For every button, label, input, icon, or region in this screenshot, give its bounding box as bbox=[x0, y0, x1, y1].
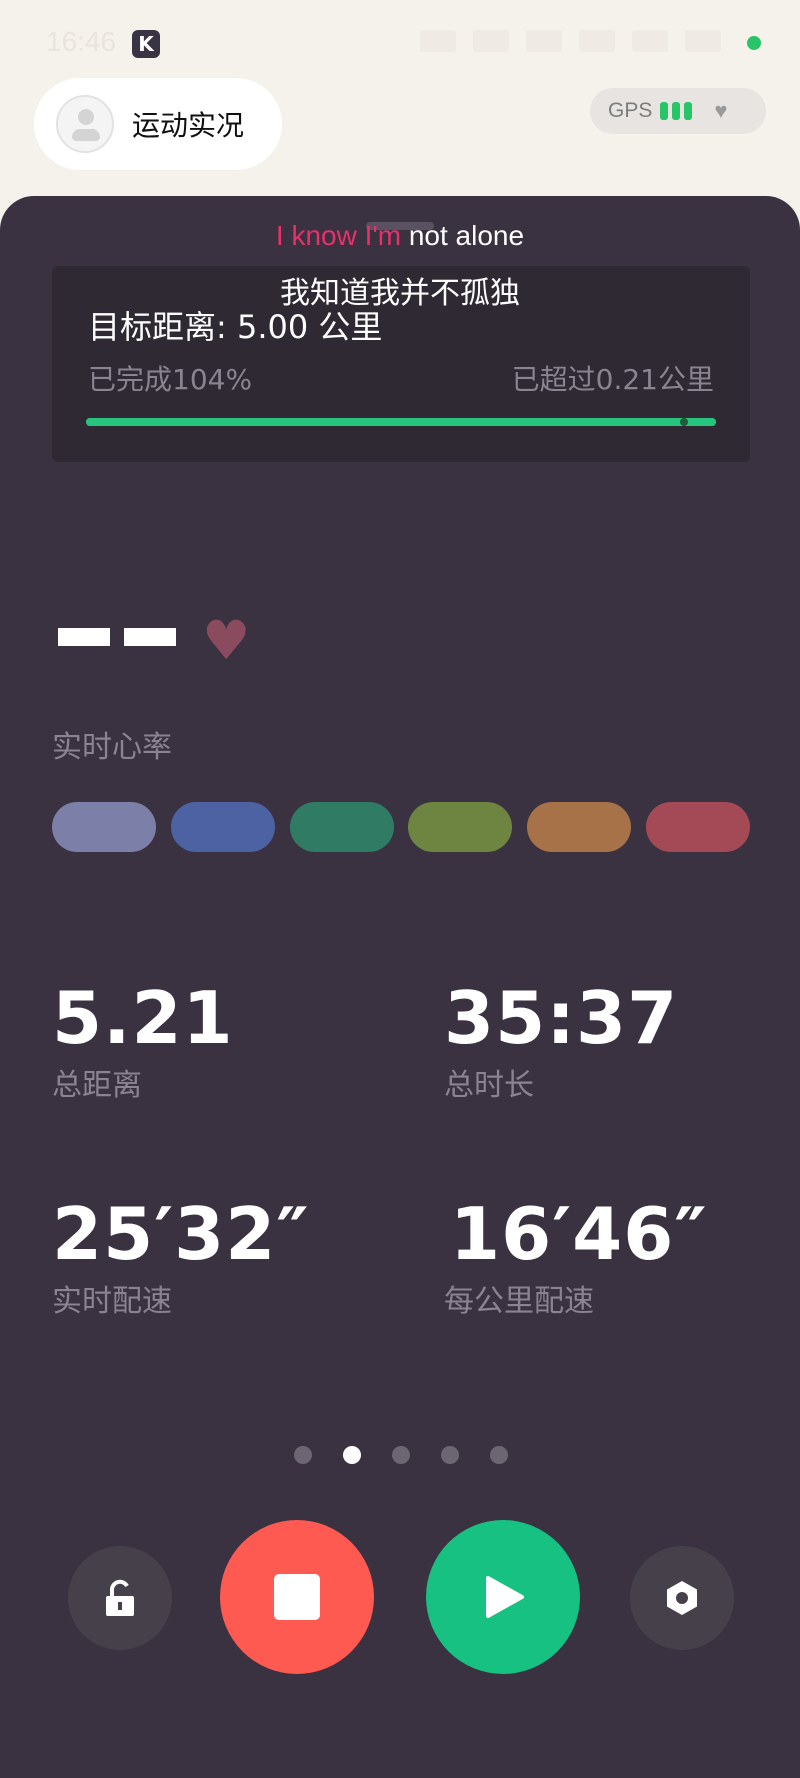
location-icon bbox=[472, 30, 509, 52]
page-dot[interactable] bbox=[343, 1446, 361, 1464]
heart-rate-zones bbox=[52, 802, 750, 852]
current-pace-value: 25′32″ bbox=[52, 1192, 310, 1276]
hr-dash bbox=[124, 628, 176, 646]
gps-signal-icon bbox=[660, 102, 696, 120]
avatar bbox=[56, 95, 114, 153]
stop-button[interactable] bbox=[220, 1520, 374, 1674]
page-dot[interactable] bbox=[294, 1446, 312, 1464]
goal-marker bbox=[680, 418, 688, 426]
heart-rate-zone-5 bbox=[527, 802, 632, 852]
lyric-english: I know I'm not alone bbox=[0, 220, 800, 252]
hr-dash bbox=[58, 628, 110, 646]
gps-label: GPS bbox=[608, 99, 653, 122]
heart-rate-zone-3 bbox=[289, 802, 394, 852]
heart-icon: ♥ bbox=[202, 609, 251, 672]
total-time-label: 总时长 bbox=[444, 1068, 534, 1103]
page-title: 运动实况 bbox=[132, 109, 245, 142]
page-indicator bbox=[294, 1446, 508, 1466]
page-dot[interactable] bbox=[392, 1446, 410, 1464]
goal-exceeded-text: 已超过0.21公里 bbox=[511, 363, 714, 396]
resume-button[interactable] bbox=[426, 1520, 580, 1674]
heart-rate-zone-4 bbox=[408, 802, 513, 852]
avg-pace-label: 每公里配速 bbox=[444, 1284, 594, 1319]
heart-rate-zone-6 bbox=[645, 802, 750, 852]
page-dot[interactable] bbox=[441, 1446, 459, 1464]
goal-progress-fill bbox=[86, 418, 716, 426]
heart-rate-value bbox=[58, 628, 190, 646]
goal-completed-text: 已完成104% bbox=[88, 363, 253, 396]
goal-progress-bar bbox=[86, 418, 716, 426]
lock-button[interactable] bbox=[68, 1546, 172, 1650]
settings-icon bbox=[667, 1581, 697, 1615]
system-icons bbox=[420, 26, 740, 62]
battery-icon bbox=[684, 30, 721, 52]
lyric-rest: not alone bbox=[401, 220, 525, 251]
avg-pace-value: 16′46″ bbox=[450, 1192, 708, 1276]
current-pace-label: 实时配速 bbox=[52, 1284, 172, 1319]
wifi-icon bbox=[631, 30, 668, 52]
heart-rate-device-icon: ♥ bbox=[714, 98, 728, 123]
total-distance-label: 总距离 bbox=[52, 1068, 142, 1103]
status-bar: 16:46 K bbox=[0, 0, 800, 80]
signal-icon bbox=[578, 30, 615, 52]
heart-rate-zone-1 bbox=[52, 802, 156, 852]
goal-distance-title: 目标距离: 5.00 公里 bbox=[88, 308, 383, 346]
play-icon bbox=[486, 1576, 524, 1618]
settings-button[interactable] bbox=[630, 1546, 734, 1650]
live-status-button[interactable]: 运动实况 bbox=[34, 78, 282, 170]
total-distance-value: 5.21 bbox=[52, 976, 234, 1060]
bluetooth-icon bbox=[525, 30, 562, 52]
stop-icon bbox=[274, 1574, 320, 1620]
lyric-highlight: I know I'm bbox=[275, 220, 402, 251]
total-time-value: 35:37 bbox=[444, 976, 679, 1060]
nfc-icon bbox=[420, 30, 456, 52]
heart-rate-zone-2 bbox=[170, 802, 275, 852]
status-time: 16:46 bbox=[46, 26, 117, 57]
gps-status-badge[interactable]: GPS ♥ bbox=[590, 88, 766, 134]
heart-rate-label: 实时心率 bbox=[52, 730, 172, 765]
recording-indicator-icon bbox=[747, 36, 761, 50]
unlock-icon bbox=[106, 1579, 134, 1616]
keep-app-icon: K bbox=[132, 30, 160, 58]
page-dot[interactable] bbox=[490, 1446, 508, 1464]
